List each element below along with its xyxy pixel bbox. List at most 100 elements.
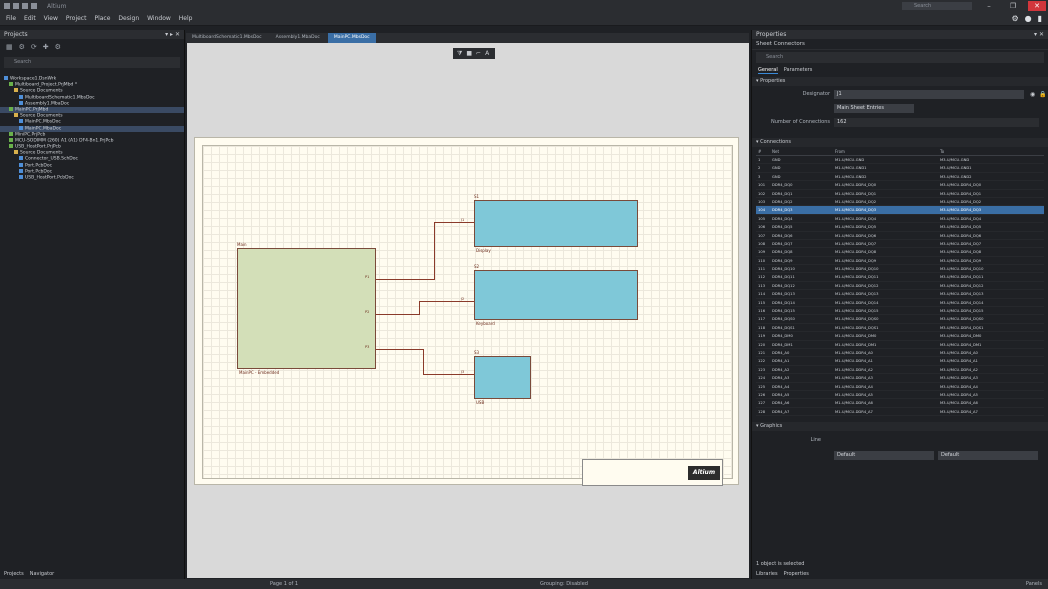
wire[interactable] (434, 222, 435, 280)
sheet-symbol-display[interactable] (474, 200, 638, 247)
close-button[interactable]: ✕ (1028, 1, 1046, 11)
line-width-select[interactable]: Default (938, 450, 1038, 460)
wire[interactable] (419, 301, 420, 315)
sheet-symbol-main[interactable] (237, 248, 376, 369)
connection-row[interactable]: 118 DDR4_DQS1 M1-U/MCU-DDR4_DQS1 M3-U/MCU-D… (756, 324, 1044, 333)
menu-help[interactable]: Help (179, 15, 193, 22)
connection-row[interactable]: 106 DDR4_DQ5 M1-U/MCU-DDR4_DQ5 M3-U/MCU-DDR… (756, 223, 1044, 232)
workspace-icon[interactable]: ▦ (6, 43, 13, 51)
menu-file[interactable]: File (6, 15, 16, 22)
connection-row[interactable]: 108 DDR4_DQ7 M1-U/MCU-DDR4_DQ7 M3-U/MCU-DDR… (756, 240, 1044, 249)
wire[interactable] (419, 301, 474, 302)
connector-label[interactable]: J3 (461, 370, 464, 374)
schematic-workspace[interactable]: ⧩ ■ ⌐ A Main MainPC - Embedded S1 Displa… (187, 43, 749, 578)
graphics-section-header[interactable]: ▾ Graphics (752, 422, 1048, 432)
panel-controls[interactable]: ▾ ✕ (1034, 30, 1044, 39)
bell-icon[interactable]: ● (1025, 14, 1032, 23)
global-search-input[interactable]: Search (902, 2, 972, 10)
schematic-sheet[interactable]: Main MainPC - Embedded S1 Display S2 Key… (194, 137, 739, 486)
connector-label[interactable]: J1 (461, 218, 464, 222)
connection-row[interactable]: 111 DDR4_DQ10 M1-U/MCU-DDR4_DQ10 M3-U/MCU-D… (756, 265, 1044, 274)
document-tab[interactable]: MainPC.MbsDoc (327, 33, 376, 43)
connections-section-header[interactable]: ▾ Connections (752, 138, 1048, 147)
menu-view[interactable]: View (44, 15, 58, 22)
col-to[interactable]: To (940, 149, 1044, 155)
designator-field[interactable]: J1 (834, 89, 1024, 99)
tab-projects[interactable]: Projects (4, 571, 24, 577)
text-icon[interactable]: A (485, 50, 489, 57)
save-icon[interactable] (4, 3, 10, 9)
document-tab[interactable]: Assembly1.MbaDoc (270, 33, 326, 43)
properties-search-input[interactable]: Search (756, 52, 1044, 63)
col-index[interactable]: # (756, 149, 772, 155)
line-color-select[interactable]: Default (834, 450, 934, 460)
menu-project[interactable]: Project (66, 15, 87, 22)
connection-row[interactable]: 117 DDR4_DQS0 M1-U/MCU-DDR4_DQS0 M3-U/MCU-D… (756, 315, 1044, 324)
connection-row[interactable]: 109 DDR4_DQ8 M1-U/MCU-DDR4_DQ8 M3-U/MCU-DDR… (756, 248, 1044, 257)
connection-row[interactable]: 114 DDR4_DQ13 M1-U/MCU-DDR4_DQ13 M3-U/MCU-D… (756, 290, 1044, 299)
connection-row[interactable]: 102 DDR4_DQ1 M1-U/MCU-DDR4_DQ1 M3-U/MCU-DDR… (756, 190, 1044, 198)
connection-row[interactable]: 124 DDR4_A3 M1-U/MCU-DDR4_A3 M3-U/MCU-DDR4_… (756, 374, 1044, 383)
settings-icon[interactable]: ⚙ (55, 43, 61, 51)
document-tab[interactable]: MultiboardSchematic1.MbsDoc (186, 33, 268, 43)
tree-item[interactable]: USB_HostPort.PcbDoc (0, 175, 184, 181)
connection-row[interactable]: 125 DDR4_A4 M1-U/MCU-DDR4_A4 M3-U/MCU-DDR4_… (756, 383, 1044, 391)
tab-libraries[interactable]: Libraries (756, 571, 778, 577)
user-icon[interactable]: ▮ (1038, 14, 1042, 23)
connection-row[interactable]: 113 DDR4_DQ12 M1-U/MCU-DDR4_DQ12 M3-U/MCU-D… (756, 282, 1044, 291)
connection-row[interactable]: 2 GND M1-U/MCU-GND1 M3-U/MCU-GND1 (756, 164, 1044, 173)
menu-edit[interactable]: Edit (24, 15, 36, 22)
connection-row[interactable]: 126 DDR4_A5 M1-U/MCU-DDR4_A5 M3-U/MCU-DDR4_… (756, 391, 1044, 400)
wire-icon[interactable]: ⌐ (476, 50, 481, 57)
sheet-symbol-keyboard[interactable] (474, 270, 638, 320)
connection-row[interactable]: 107 DDR4_DQ6 M1-U/MCU-DDR4_DQ6 M3-U/MCU-DDR… (756, 232, 1044, 240)
add-icon[interactable]: ✚ (43, 43, 49, 51)
connection-row[interactable]: 128 DDR4_A7 M1-U/MCU-DDR4_A7 M3-U/MCU-DDR4_… (756, 408, 1044, 417)
entries-select[interactable]: Main Sheet Entries (834, 103, 914, 113)
port-label[interactable]: P1 (365, 275, 369, 279)
menu-design[interactable]: Design (118, 15, 139, 22)
visibility-icon[interactable]: ◉ (1030, 91, 1035, 98)
tab-parameters[interactable]: Parameters (784, 67, 813, 73)
panels-button[interactable]: Panels (1026, 579, 1042, 589)
col-from[interactable]: From (835, 149, 940, 155)
connection-row[interactable]: 104 DDR4_DQ3 M1-U/MCU-DDR4_DQ3 M3-U/MCU-DDR… (756, 206, 1044, 215)
tab-properties[interactable]: Properties (784, 571, 809, 577)
redo-icon[interactable] (31, 3, 37, 9)
connection-row[interactable]: 119 DDR4_DM0 M1-U/MCU-DDR4_DM0 M3-U/MCU-DDR… (756, 332, 1044, 341)
port-label[interactable]: P2 (365, 310, 369, 314)
gear-icon[interactable]: ⚙ (1011, 14, 1018, 23)
wire[interactable] (423, 374, 474, 375)
open-icon[interactable] (13, 3, 19, 9)
connection-row[interactable]: 115 DDR4_DQ14 M1-U/MCU-DDR4_DQ14 M3-U/MCU-D… (756, 299, 1044, 308)
connection-row[interactable]: 120 DDR4_DM1 M1-U/MCU-DDR4_DM1 M3-U/MCU-DDR… (756, 341, 1044, 349)
wire[interactable] (423, 349, 424, 374)
wire[interactable] (376, 314, 419, 315)
tab-general[interactable]: General (758, 67, 778, 74)
connection-row[interactable]: 101 DDR4_DQ0 M1-U/MCU-DDR4_DQ0 M3-U/MCU-DDR… (756, 181, 1044, 190)
menu-place[interactable]: Place (94, 15, 110, 22)
connection-row[interactable]: 105 DDR4_DQ4 M1-U/MCU-DDR4_DQ4 M3-U/MCU-DDR… (756, 215, 1044, 224)
connection-row[interactable]: 121 DDR4_A0 M1-U/MCU-DDR4_A0 M3-U/MCU-DDR4_… (756, 349, 1044, 358)
connection-row[interactable]: 1 GND M1-U/MCU-GND M3-U/MCU-GND (756, 156, 1044, 165)
wire[interactable] (376, 349, 423, 350)
connection-row[interactable]: 122 DDR4_A1 M1-U/MCU-DDR4_A1 M3-U/MCU-DDR4_… (756, 357, 1044, 366)
refresh-icon[interactable]: ⟳ (31, 43, 37, 51)
connection-row[interactable]: 110 DDR4_DQ9 M1-U/MCU-DDR4_DQ9 M3-U/MCU-DDR… (756, 257, 1044, 266)
place-sheet-icon[interactable]: ■ (466, 50, 472, 57)
connection-row[interactable]: 103 DDR4_DQ2 M1-U/MCU-DDR4_DQ2 M3-U/MCU-DDR… (756, 198, 1044, 207)
port-label[interactable]: P3 (365, 345, 369, 349)
minimize-button[interactable]: – (980, 1, 998, 11)
wire[interactable] (376, 279, 434, 280)
panel-controls[interactable]: ▾ ▸ ✕ (165, 30, 180, 39)
connector-label[interactable]: J2 (461, 297, 464, 301)
menu-window[interactable]: Window (147, 15, 171, 22)
maximize-button[interactable]: ❐ (1004, 1, 1022, 11)
project-options-icon[interactable]: ⚙ (19, 43, 25, 51)
filter-icon[interactable]: ⧩ (457, 50, 462, 58)
sheet-symbol-usb[interactable] (474, 356, 531, 399)
tab-navigator[interactable]: Navigator (30, 571, 54, 577)
properties-section-header[interactable]: ▾ Properties (752, 77, 1048, 86)
connection-row[interactable]: 112 DDR4_DQ11 M1-U/MCU-DDR4_DQ11 M3-U/MCU-D… (756, 273, 1044, 282)
connection-row[interactable]: 3 GND M1-U/MCU-GND2 M3-U/MCU-GND2 (756, 173, 1044, 182)
